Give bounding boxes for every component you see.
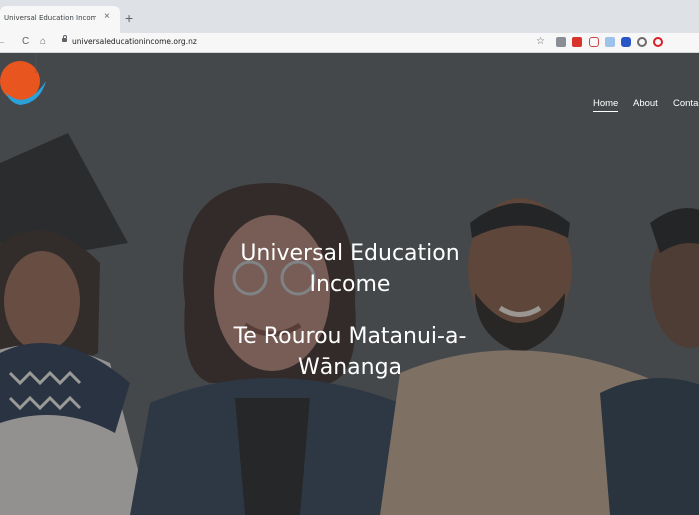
- bookmark-star-icon[interactable]: ☆: [536, 35, 545, 49]
- extension-icon[interactable]: [621, 37, 631, 47]
- extension-icon[interactable]: [572, 37, 582, 47]
- hero-heading-maori: Te Rourou Matanui-a-Wānanga: [233, 324, 467, 380]
- new-tab-button[interactable]: +: [125, 11, 133, 25]
- nav-home[interactable]: Home: [593, 98, 619, 112]
- browser-tab[interactable]: Universal Education Income | U ×: [0, 6, 120, 33]
- reload-icon[interactable]: C: [22, 35, 29, 49]
- pocket-icon[interactable]: [589, 37, 599, 47]
- nav-about[interactable]: About: [633, 98, 658, 109]
- extension-icon[interactable]: [637, 37, 647, 47]
- address-bar[interactable]: universaleducationincome.org.nz: [56, 35, 544, 49]
- hero-section: Home About Conta Universal Education Inc…: [0, 53, 699, 515]
- browser-toolbar: ← C ⌂ universaleducationincome.org.nz ☆: [0, 33, 699, 53]
- nav-contact-label: Conta: [673, 98, 699, 109]
- active-underline: [593, 111, 619, 112]
- site-logo[interactable]: [0, 53, 48, 105]
- close-tab-icon[interactable]: ×: [104, 11, 110, 23]
- browser-tab-strip: Universal Education Income | U × +: [0, 0, 699, 33]
- extension-icon[interactable]: [556, 37, 566, 47]
- tab-title: Universal Education Income | U: [4, 14, 96, 22]
- extension-icon[interactable]: [605, 37, 615, 47]
- opera-icon[interactable]: [653, 37, 663, 47]
- nav-contact[interactable]: Conta: [673, 98, 698, 109]
- lock-icon: [62, 35, 67, 42]
- back-icon[interactable]: ←: [0, 35, 6, 49]
- hero-heading-english: Universal Education Income: [240, 241, 460, 297]
- home-icon[interactable]: ⌂: [40, 35, 46, 49]
- nav-home-label: Home: [593, 98, 619, 109]
- nav-about-label: About: [633, 98, 658, 109]
- url-text: universaleducationincome.org.nz: [72, 37, 197, 46]
